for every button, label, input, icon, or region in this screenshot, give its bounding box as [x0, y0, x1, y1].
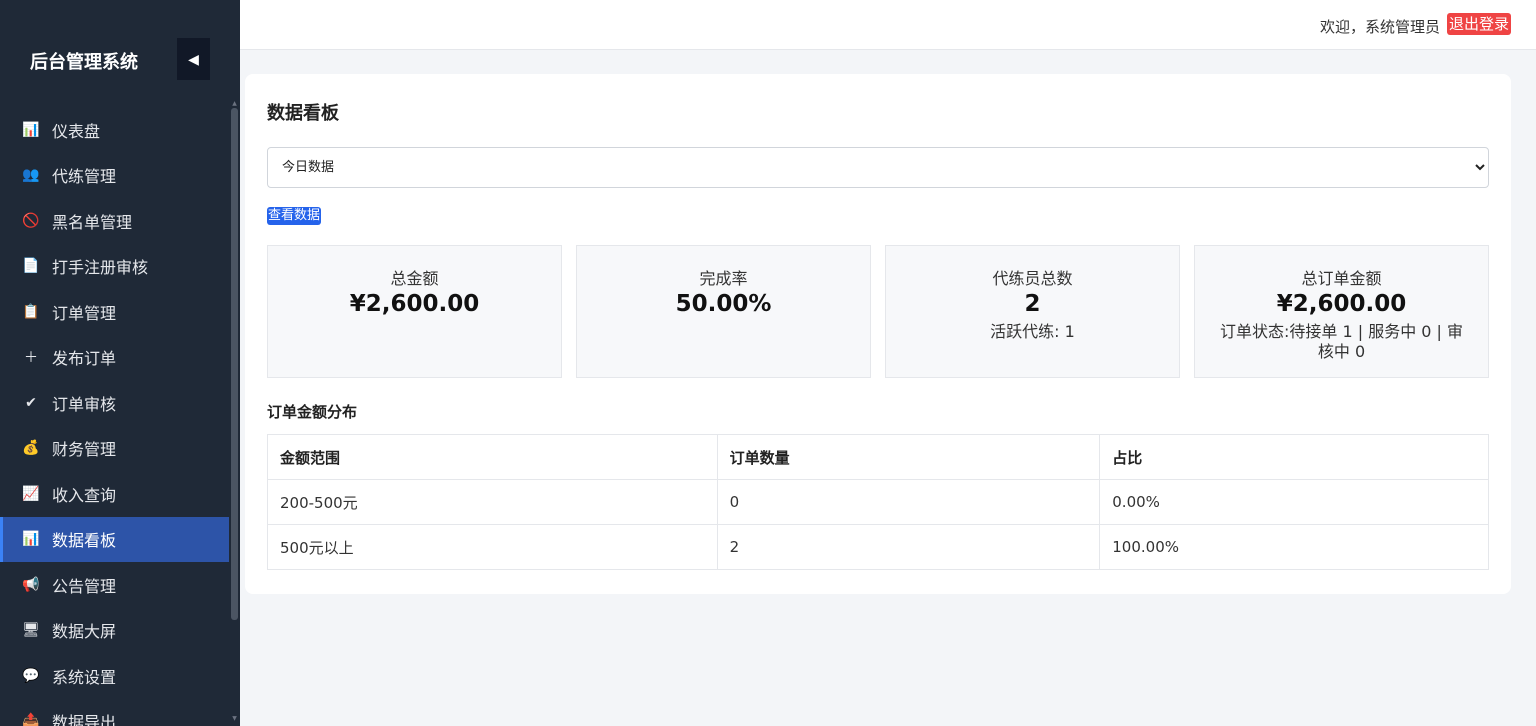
column-header: 占比 [1099, 434, 1489, 480]
megaphone-icon: 📢 [22, 576, 40, 593]
sidebar-item-label: 数据大屏 [52, 622, 117, 642]
sidebar-item-label: 数据看板 [52, 531, 117, 551]
stat-label: 代练员总数 [992, 269, 1073, 288]
stat-label: 完成率 [699, 269, 748, 288]
view-data-button[interactable]: 查看数据 [267, 207, 322, 225]
stat-value: 50.00% [675, 291, 772, 317]
sidebar-item-3[interactable]: 📄 打手注册审核 [0, 244, 229, 290]
money-bag-icon: 💰 [22, 440, 40, 457]
sidebar-item-10[interactable]: 📢 公告管理 [0, 562, 229, 608]
stat-card-total-amount: 总金额 ¥2,600.00 [267, 245, 562, 378]
sidebar-item-label: 黑名单管理 [52, 212, 133, 232]
column-header: 订单数量 [716, 434, 1101, 480]
stat-card-completion-rate: 完成率 50.00% [576, 245, 871, 378]
page-title: 数据看板 [267, 103, 339, 124]
sidebar-item-1[interactable]: 👥 代练管理 [0, 153, 229, 199]
table-cell: 200-500元 [267, 479, 718, 525]
welcome-text: 欢迎，系统管理员 [1319, 18, 1440, 36]
sidebar-item-label: 系统设置 [52, 667, 117, 687]
check-icon: ✔ [25, 394, 37, 411]
sidebar-item-label: 数据导出 [52, 713, 117, 726]
monitor-icon: 🖥 [22, 622, 40, 639]
stat-card-order-amount: 总订单金额 ¥2,600.00 订单状态:待接单 1 | 服务中 0 | 审核中… [1194, 245, 1489, 378]
line-chart-icon: 📈 [22, 485, 40, 502]
table-cell: 0 [716, 479, 1101, 525]
collapse-sidebar-button[interactable]: ◀ [177, 38, 210, 80]
stat-value: ¥2,600.00 [349, 291, 480, 317]
sidebar-item-label: 财务管理 [52, 440, 117, 460]
sidebar-item-label: 打手注册审核 [52, 258, 149, 278]
caret-left-icon: ◀ [188, 50, 199, 67]
prohibited-icon: 🚫 [22, 212, 40, 229]
sidebar-menu: 📊 仪表盘 👥 代练管理 🚫 黑名单管理 📄 打手注册审核 📋 订单管理 ＋ 发布订单 ✔ 订单审核 💰 财务… [0, 107, 229, 726]
sidebar: 后台管理系统 ◀ 📊 仪表盘 👥 代练管理 🚫 黑名单管理 📄 打手注册审核 📋 订单管理 ＋ 发布订… [0, 0, 240, 726]
stat-label: 总订单金额 [1301, 269, 1382, 288]
sidebar-item-5[interactable]: ＋ 发布订单 [0, 335, 229, 381]
logout-button[interactable]: 退出登录 [1446, 13, 1511, 35]
sidebar-item-label: 发布订单 [52, 349, 117, 369]
top-bar: 欢迎，系统管理员 退出登录 [240, 0, 1536, 50]
sidebar-item-4[interactable]: 📋 订单管理 [0, 289, 229, 335]
table-cell: 100.00% [1099, 524, 1489, 570]
column-header: 金额范围 [267, 434, 718, 480]
dashboard-panel: 数据看板 今日数据 查看数据 总金额 ¥2,600.00 完成率 50.00% … [245, 74, 1511, 594]
sidebar-item-6[interactable]: ✔ 订单审核 [0, 380, 229, 426]
table-cell: 0.00% [1099, 479, 1489, 525]
stat-value: 2 [1024, 291, 1041, 317]
stat-card-booster-count: 代练员总数 2 活跃代练: 1 [885, 245, 1180, 378]
amount-distribution-table: 金额范围 订单数量 占比 200-500元 0 0.00% 500元以上 2 1… [267, 434, 1489, 570]
sidebar-item-2[interactable]: 🚫 黑名单管理 [0, 198, 229, 244]
app-title: 后台管理系统 [30, 52, 138, 73]
sidebar-item-7[interactable]: 💰 财务管理 [0, 426, 229, 472]
brand: 后台管理系统 ◀ [0, 38, 240, 82]
sidebar-item-8[interactable]: 📈 收入查询 [0, 471, 229, 517]
clipboard-icon: 📋 [22, 303, 40, 320]
sidebar-item-11[interactable]: 🖥 数据大屏 [0, 608, 229, 654]
bar-chart-icon: 📊 [22, 121, 40, 138]
sidebar-item-0[interactable]: 📊 仪表盘 [0, 107, 229, 153]
stat-subtext: 活跃代练: 1 [990, 322, 1075, 341]
export-icon: 📤 [22, 713, 40, 726]
users-icon: 👥 [22, 167, 40, 184]
table-row: 500元以上 2 100.00% [267, 524, 1489, 570]
scroll-up-arrow-icon[interactable]: ▲ [231, 101, 238, 107]
table-row: 200-500元 0 0.00% [267, 479, 1489, 525]
sidebar-item-label: 收入查询 [52, 485, 117, 505]
section-title: 订单金额分布 [267, 403, 358, 421]
sidebar-item-label: 公告管理 [52, 576, 117, 596]
sidebar-item-9[interactable]: 📊 数据看板 [0, 516, 229, 562]
bar-chart-icon: 📊 [22, 531, 40, 548]
plus-icon: ＋ [24, 350, 38, 367]
stat-value: ¥2,600.00 [1276, 291, 1407, 317]
stat-label: 总金额 [390, 269, 439, 288]
date-range-select[interactable]: 今日数据 [267, 147, 1489, 188]
speech-bubble-icon: 💬 [22, 667, 40, 684]
sidebar-item-13[interactable]: 📤 数据导出 [0, 699, 229, 726]
sidebar-item-label: 代练管理 [52, 167, 117, 187]
sidebar-item-12[interactable]: 💬 系统设置 [0, 653, 229, 699]
scroll-down-arrow-icon[interactable]: ▼ [231, 716, 238, 722]
document-icon: 📄 [22, 258, 40, 275]
sidebar-item-label: 订单管理 [52, 303, 117, 323]
table-header-row: 金额范围 订单数量 占比 [267, 434, 1489, 480]
table-cell: 2 [716, 524, 1101, 570]
table-cell: 500元以上 [267, 524, 718, 570]
stat-subtext: 订单状态:待接单 1 | 服务中 0 | 审核中 0 [1219, 322, 1464, 361]
sidebar-item-label: 订单审核 [52, 394, 117, 414]
sidebar-item-label: 仪表盘 [52, 121, 101, 141]
sidebar-scrollbar-thumb[interactable] [231, 108, 238, 620]
